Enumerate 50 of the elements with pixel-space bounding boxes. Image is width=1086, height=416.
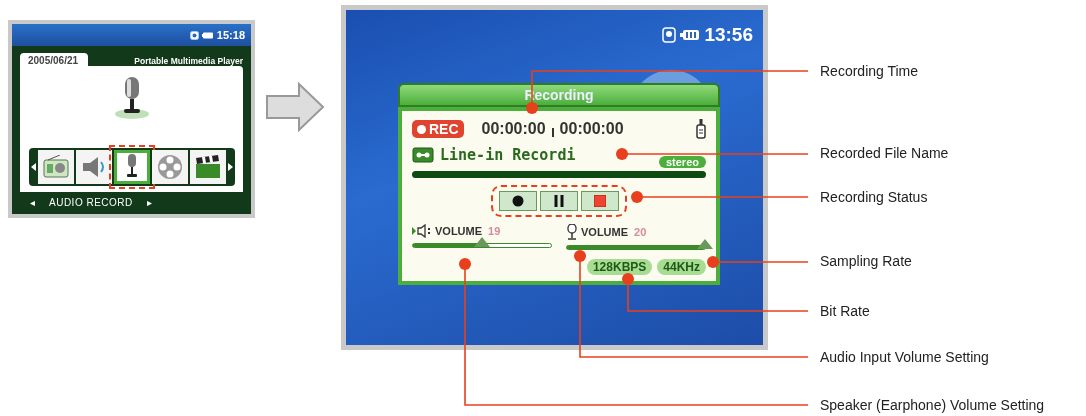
volume-label: VOLUME — [581, 226, 629, 238]
callout-label: Recorded File Name — [820, 144, 949, 162]
callout-label: Sampling Rate — [820, 252, 912, 270]
callout-label: Recording Time — [820, 62, 919, 80]
slider-thumb[interactable] — [474, 237, 490, 247]
arrow-left-icon[interactable] — [30, 163, 36, 171]
radio-icon — [41, 155, 70, 179]
pause-icon — [553, 195, 565, 207]
callout-label: Bit Rate — [820, 302, 870, 320]
file-name: Line-in Recordi — [440, 146, 576, 164]
arrow-right-icon[interactable]: ▸ — [146, 196, 152, 208]
battery-icon — [680, 29, 701, 41]
bit-rate-badge: 128KBPS — [586, 259, 653, 275]
clock-time: 15:18 — [216, 29, 245, 41]
rec-badge: REC — [412, 120, 464, 138]
record-icon — [512, 195, 524, 207]
battery-icon — [201, 31, 214, 39]
microphone-icon — [113, 76, 150, 120]
arrow-right-icon — [265, 82, 325, 132]
sampling-rate-badge: 44KHz — [657, 259, 706, 275]
menu-item[interactable] — [189, 150, 226, 184]
clock-time: 13:56 — [704, 24, 753, 46]
record-button[interactable] — [499, 191, 537, 211]
device-title: Portable Multimedia Player — [134, 56, 243, 66]
callout-label: Speaker (Earphone) Volume Setting — [820, 396, 1045, 414]
time-separator — [551, 127, 554, 137]
speaker-icon — [412, 224, 432, 238]
stereo-badge: stereo — [658, 156, 706, 168]
menu-label: AUDIO RECORD — [49, 196, 133, 208]
volume-label: VOLUME — [435, 225, 483, 237]
volume-value: 19 — [488, 225, 501, 237]
film-reel-icon — [156, 154, 183, 180]
elapsed-time: 00:00:00 — [481, 120, 546, 138]
menu-item[interactable] — [151, 150, 188, 184]
clapperboard-icon — [193, 155, 222, 179]
plug-icon — [696, 119, 706, 139]
disc-icon — [189, 30, 199, 40]
stop-button[interactable] — [581, 191, 619, 211]
volume-value: 20 — [634, 226, 647, 238]
menu-item[interactable] — [37, 150, 74, 184]
menu-item[interactable] — [75, 150, 112, 184]
pause-button[interactable] — [540, 191, 578, 211]
callout-label: Recording Status — [820, 188, 928, 206]
arrow-right-icon[interactable] — [227, 163, 233, 171]
microphone-icon — [566, 224, 578, 240]
cassette-icon — [412, 147, 434, 163]
total-time: 00:00:00 — [559, 120, 624, 138]
stop-icon — [594, 195, 606, 207]
callout-label: Audio Input Volume Setting — [820, 348, 989, 366]
arrow-left-icon[interactable]: ◂ — [30, 196, 35, 208]
